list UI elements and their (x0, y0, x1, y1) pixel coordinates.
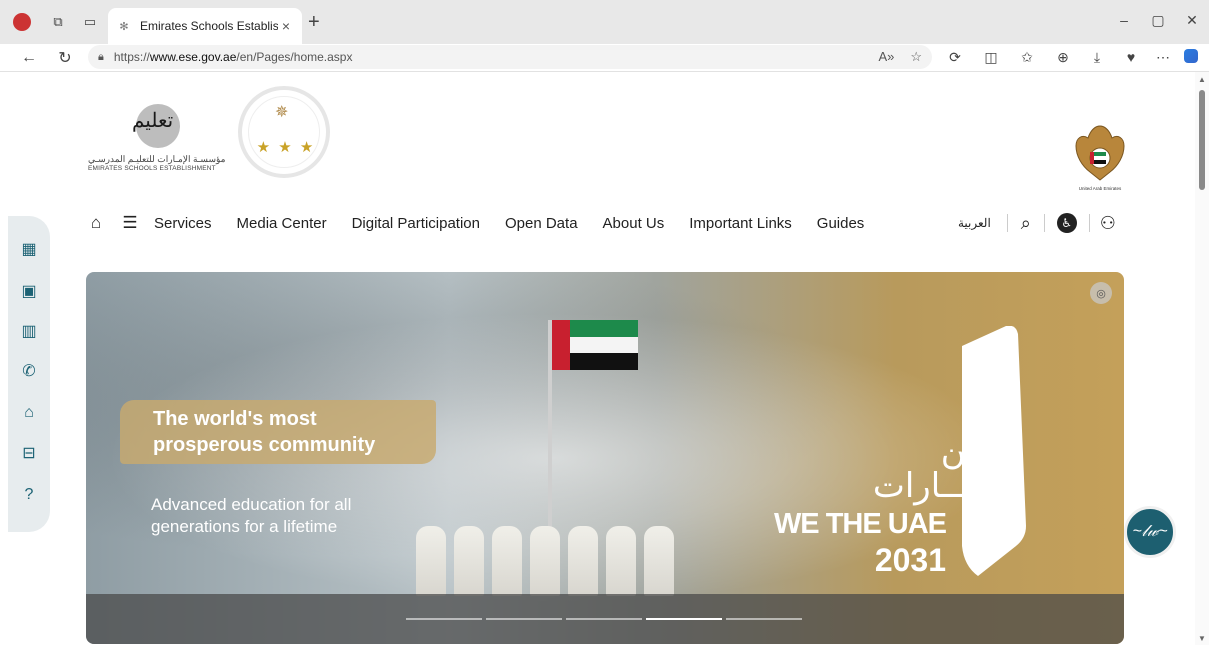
browser-tab-bar: ⧉ ▭ ✻ Emirates Schools Establishment × +… (0, 0, 1209, 44)
hero-sub-line-1: Advanced education for all (151, 495, 352, 514)
carousel-indicator-2[interactable] (486, 618, 562, 620)
badge-star-icon: ✵ (275, 104, 289, 121)
hero-headline-line-1: The world's most (153, 408, 317, 430)
nav-item-services[interactable]: Services (154, 215, 212, 232)
language-switch[interactable]: العربية (958, 216, 991, 230)
carousel-indicator-5[interactable] (726, 618, 802, 620)
downloads-icon[interactable]: ⤓ (1088, 49, 1106, 66)
workspaces-icon[interactable]: ⧉ (48, 12, 68, 32)
phone-call-icon[interactable]: ✆ (18, 360, 40, 382)
minimize-button[interactable]: – (1114, 12, 1134, 28)
split-screen-icon[interactable]: ◫ (982, 49, 1000, 66)
url-path: /en/Pages/home.aspx (236, 50, 353, 64)
refresh-icon[interactable]: ↻ (54, 47, 76, 69)
lock-icon[interactable]: 🔒︎ (98, 51, 104, 64)
briefcase-icon[interactable]: ⊟ (18, 442, 40, 464)
nav-item-guides[interactable]: Guides (817, 215, 865, 232)
hero-headline-line-2: prosperous community (153, 434, 376, 456)
page-scrollbar[interactable]: ▲ ▼ (1195, 72, 1209, 645)
favorite-star-icon[interactable]: ☆ (910, 49, 922, 65)
carousel-indicator-1[interactable] (406, 618, 482, 620)
extensions-icon[interactable]: ⟳ (946, 49, 964, 66)
falcon-emblem-icon (1075, 125, 1125, 181)
new-tab-button[interactable]: + (308, 12, 320, 32)
hero-headline: The world's most prosperous community (153, 406, 375, 458)
ese-english-name: EMIRATES SCHOOLS ESTABLISHMENT (88, 165, 216, 172)
web-page: تعليم مؤسسـة الإمـارات للتعليـم المدرسـي… (0, 72, 1195, 645)
carousel-indicator-4[interactable] (646, 618, 722, 620)
more-menu-icon[interactable]: ⋯ (1154, 49, 1172, 66)
main-navigation: ⌂ ☰ Services Media Center Digital Partic… (86, 212, 889, 234)
utility-nav: العربية ⌕ ♿︎ ⚇ (958, 210, 1118, 236)
arabic-line-1: نحــن (940, 430, 1018, 470)
nav-item-digital-participation[interactable]: Digital Participation (352, 215, 480, 232)
scroll-up-icon[interactable]: ▲ (1198, 75, 1206, 84)
close-window-button[interactable]: ✕ (1182, 12, 1202, 29)
profile-icon[interactable] (12, 12, 32, 32)
url-domain: www.ese.gov.ae (149, 50, 237, 64)
help-icon[interactable]: ? (18, 484, 40, 506)
global-star-rating-badge[interactable]: ✵ ★ ★ ★ (238, 86, 330, 178)
scroll-down-icon[interactable]: ▼ (1198, 634, 1206, 643)
hero-figures (416, 522, 696, 596)
ese-arabic-name: مؤسسـة الإمـارات للتعليـم المدرسـي (88, 154, 226, 164)
active-tab[interactable]: ✻ Emirates Schools Establishment × (108, 8, 302, 44)
hero-banner[interactable]: The world's most prosperous community Ad… (86, 272, 1124, 644)
apps-grid-icon[interactable]: ▦ (18, 238, 40, 260)
divider (1088, 214, 1090, 232)
nav-item-open-data[interactable]: Open Data (505, 215, 578, 232)
chatbot-logo-icon: ~𝓁𝓌~ (1132, 523, 1168, 540)
tab-title: Emirates Schools Establishment (140, 19, 278, 33)
carousel-indicator-3[interactable] (566, 618, 642, 620)
nav-item-important-links[interactable]: Important Links (689, 215, 792, 232)
tab-favicon-icon: ✻ (119, 20, 129, 33)
calendar-icon[interactable]: ▣ (18, 280, 40, 302)
copilot-icon[interactable] (1184, 49, 1202, 63)
accessibility-icon[interactable]: ♿︎ (1056, 213, 1077, 233)
uae-flag (552, 320, 638, 370)
search-icon[interactable]: ⌕ (1016, 213, 1036, 234)
tab-actions-icon[interactable]: ▭ (80, 12, 100, 32)
arabic-line-2: الإمـــارات (872, 466, 1018, 506)
browser-address-bar: ← ↻ 🔒︎ https://www.ese.gov.ae/en/Pages/h… (0, 44, 1209, 72)
uae-emblem: United Arab Emirates (1072, 122, 1128, 192)
chatbot-button[interactable]: ~𝓁𝓌~ (1124, 506, 1176, 558)
collections-icon[interactable]: ⊕ (1054, 49, 1072, 66)
maximize-button[interactable]: ▢ (1148, 12, 1168, 29)
back-arrow-icon[interactable]: ← (18, 47, 40, 69)
scrollbar-thumb[interactable] (1199, 90, 1205, 190)
favorites-icon[interactable]: ✩ (1018, 49, 1036, 66)
hero-sub-line-2: generations for a lifetime (151, 517, 338, 536)
user-account-icon[interactable]: ⚇ (1098, 213, 1118, 234)
badge-stars: ★ ★ ★ (256, 139, 316, 156)
tab-close-icon[interactable]: × (278, 18, 294, 34)
divider (1043, 214, 1045, 232)
we-the-uae-arabic: نحــن الإمـــارات (866, 432, 1018, 504)
read-aloud-icon[interactable]: A» (878, 49, 894, 65)
nav-item-media-center[interactable]: Media Center (237, 215, 327, 232)
home-icon[interactable]: ⌂ (86, 213, 106, 233)
library-icon[interactable]: ▥ (18, 320, 40, 342)
url-prefix: https:// (113, 50, 150, 64)
divider (1006, 214, 1008, 232)
browser-essentials-icon[interactable]: ♥ (1122, 49, 1140, 65)
taleem-wordmark: تعليم (132, 108, 174, 132)
year-2031-text: 2031 (874, 542, 946, 578)
quick-access-dock: ▦ ▣ ▥ ✆ ⌂ ⊟ ? (8, 216, 50, 532)
emblem-caption: United Arab Emirates (1078, 186, 1122, 191)
we-the-uae-text: WE THE UAE (773, 508, 947, 540)
ese-logo[interactable]: تعليم مؤسسـة الإمـارات للتعليـم المدرسـي… (88, 104, 228, 174)
nav-item-about-us[interactable]: About Us (603, 215, 665, 232)
school-building-icon[interactable]: ⌂ (18, 402, 40, 424)
hero-subheadline: Advanced education for all generations f… (151, 494, 351, 538)
url-field[interactable]: 🔒︎ https://www.ese.gov.ae/en/Pages/home.… (88, 45, 932, 69)
menu-hamburger-icon[interactable]: ☰ (120, 213, 140, 233)
visual-search-icon[interactable]: ◎ (1090, 282, 1112, 304)
